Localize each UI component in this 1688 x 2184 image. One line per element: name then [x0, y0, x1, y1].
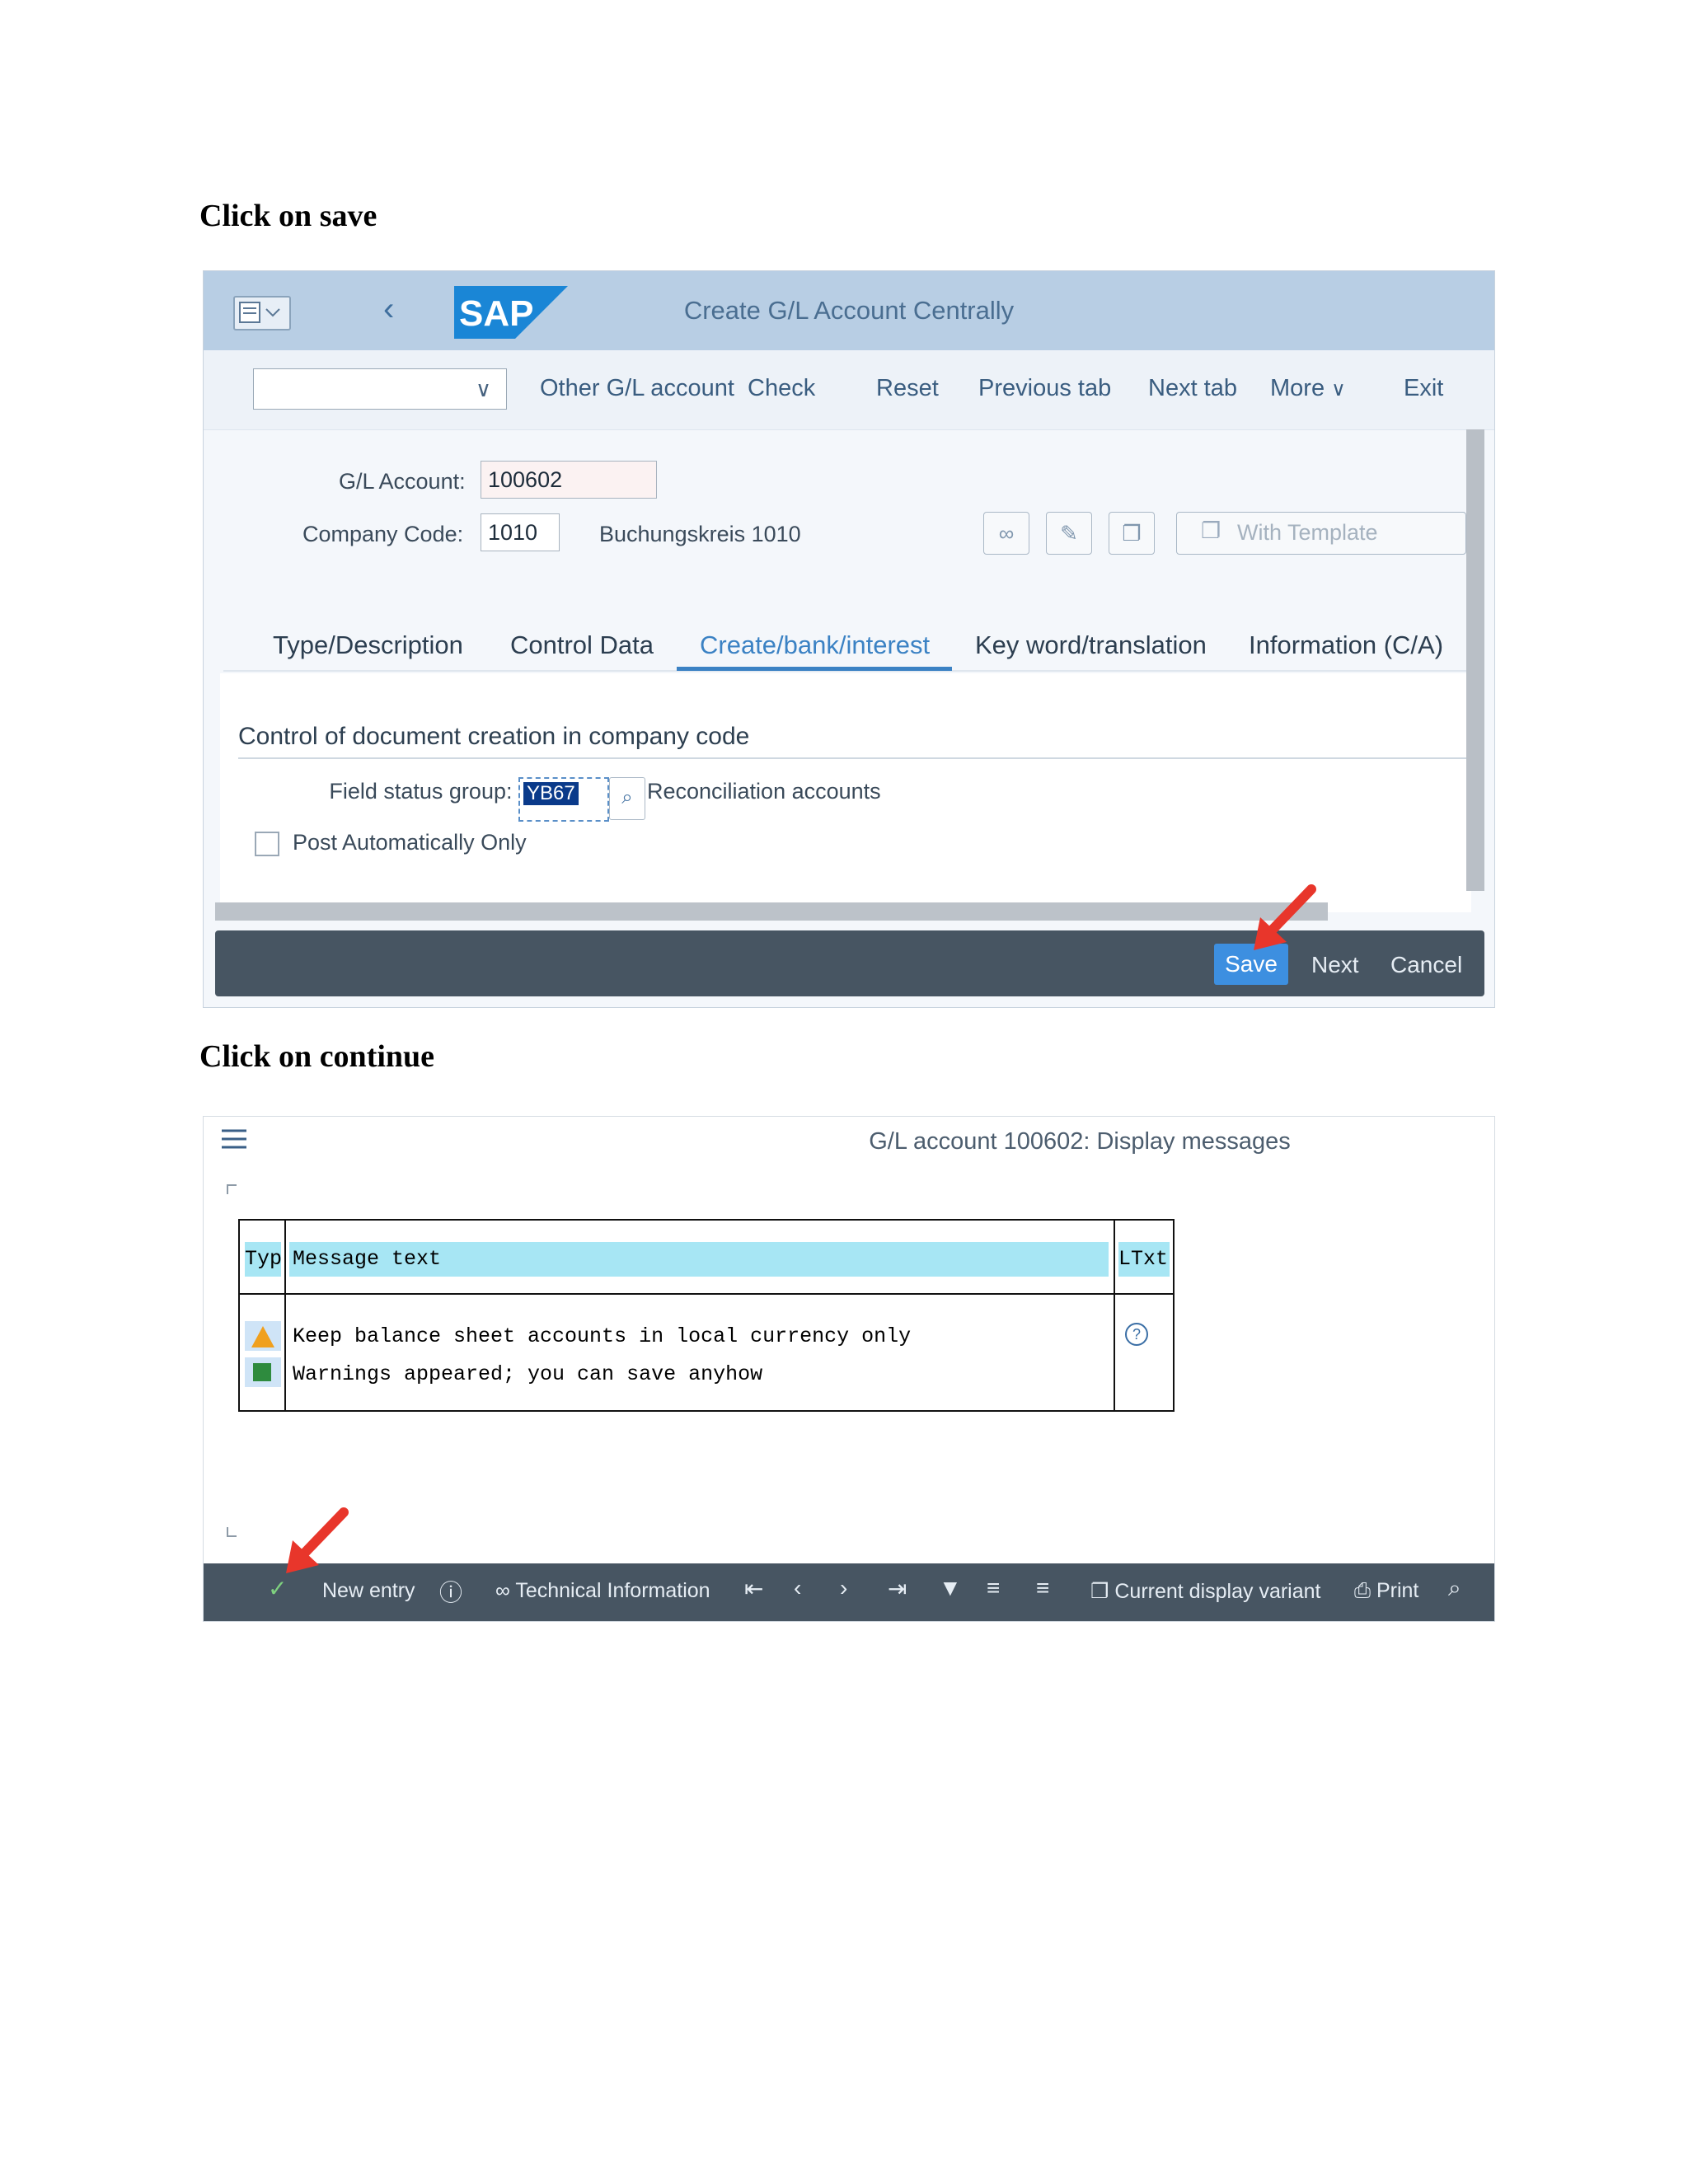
horizontal-scrollbar[interactable]	[215, 902, 1328, 921]
pointer-arrow-icon	[286, 1507, 349, 1573]
copy-icon[interactable]: ❐	[1109, 512, 1155, 555]
sort-descending-icon[interactable]: ≡	[1036, 1575, 1049, 1601]
sort-ascending-icon[interactable]: ≡	[987, 1575, 1000, 1601]
display-messages-screenshot: G/L account 100602: Display messages Typ…	[203, 1116, 1495, 1622]
step-heading-continue: Click on continue	[199, 1039, 435, 1074]
company-code-text: Buchungskreis 1010	[599, 522, 801, 546]
current-display-variant-label: Current display variant	[1114, 1580, 1321, 1603]
post-automatically-checkbox[interactable]	[255, 832, 279, 856]
post-automatically-label: Post Automatically Only	[293, 830, 527, 855]
technical-information-label: Technical Information	[515, 1579, 710, 1602]
display-icon[interactable]: ∞	[983, 512, 1029, 555]
tab-control-data[interactable]: Control Data	[510, 630, 654, 660]
column-divider	[284, 1221, 286, 1410]
tab-type-description[interactable]: Type/Description	[273, 630, 463, 660]
last-page-icon[interactable]: ⇥	[888, 1575, 907, 1602]
warning-icon	[245, 1321, 281, 1351]
toolbar-check[interactable]: Check	[748, 375, 815, 402]
tab-information-ca[interactable]: Information (C/A)	[1249, 630, 1443, 660]
command-select[interactable]	[253, 368, 507, 410]
document-icon: ❐	[1201, 518, 1221, 543]
company-code-label: Company Code:	[302, 522, 464, 546]
message-text: Keep balance sheet accounts in local cur…	[293, 1324, 912, 1348]
toolbar-reset[interactable]: Reset	[876, 375, 939, 402]
gl-account-input[interactable]: 100602	[481, 461, 657, 499]
toolbar-other-gl-account[interactable]: Other G/L account	[540, 375, 734, 402]
field-status-group-value: YB67	[523, 782, 579, 805]
new-entry-button[interactable]: New entry	[322, 1579, 415, 1603]
chevron-down-icon[interactable]: ∨	[476, 377, 491, 402]
success-icon	[245, 1357, 281, 1387]
tab-create-bank-interest[interactable]: Create/bank/interest	[700, 630, 930, 660]
search-icon[interactable]: ⌕	[1448, 1575, 1461, 1602]
toolbar-exit[interactable]: Exit	[1404, 375, 1443, 402]
create-gl-account-screenshot: ‹ SAP Create G/L Account Centrally ∨ Oth…	[203, 270, 1495, 1008]
active-tab-indicator	[677, 667, 952, 671]
first-page-icon[interactable]: ⇤	[744, 1575, 763, 1602]
section-divider	[238, 757, 1471, 759]
toolbar-more-label: More	[1270, 375, 1325, 401]
column-header-typ[interactable]: Typ	[245, 1242, 282, 1277]
corner-marker	[227, 1184, 237, 1194]
company-code-input[interactable]: 1010	[481, 513, 560, 551]
field-status-group-text: Reconciliation accounts	[647, 779, 881, 804]
corner-marker	[227, 1527, 237, 1537]
edit-icon[interactable]: ✎	[1046, 512, 1092, 555]
message-text: Warnings appeared; you can save anyhow	[293, 1362, 763, 1386]
step-heading-save: Click on save	[199, 199, 377, 233]
messages-table: Typ Message text LTxt Keep balance sheet…	[238, 1219, 1175, 1412]
window-title: Create G/L Account Centrally	[683, 296, 1015, 325]
filter-icon[interactable]: ▼	[939, 1575, 962, 1601]
column-header-ltxt[interactable]: LTxt	[1118, 1242, 1170, 1277]
with-template-label: With Template	[1237, 520, 1378, 545]
field-status-group-label: Field status group:	[329, 779, 513, 804]
printer-icon: ⎙	[1354, 1579, 1372, 1602]
technical-information-button[interactable]: ∞ Technical Information	[495, 1579, 710, 1603]
toolbar-previous-tab[interactable]: Previous tab	[978, 375, 1111, 402]
header-divider	[240, 1293, 1173, 1295]
gl-account-label: G/L Account:	[339, 469, 466, 494]
chevron-down-icon: ∨	[1331, 378, 1346, 401]
cancel-button[interactable]: Cancel	[1390, 952, 1462, 978]
next-page-icon[interactable]: ›	[840, 1575, 847, 1601]
binoculars-icon: ∞	[495, 1579, 510, 1602]
toolbar-more[interactable]: More ∨	[1270, 375, 1346, 402]
help-icon[interactable]: ⓘ	[439, 1575, 462, 1608]
current-display-variant-button[interactable]: ❐ Current display variant	[1090, 1579, 1321, 1604]
help-icon[interactable]: ?	[1125, 1323, 1148, 1346]
toolbar-next-tab[interactable]: Next tab	[1148, 375, 1237, 402]
next-button[interactable]: Next	[1311, 952, 1359, 978]
column-divider	[1114, 1221, 1115, 1410]
tab-key-word-translation[interactable]: Key word/translation	[975, 630, 1207, 660]
window-title: G/L account 100602: Display messages	[869, 1128, 1291, 1155]
previous-page-icon[interactable]: ‹	[794, 1575, 801, 1601]
print-button[interactable]: ⎙ Print	[1354, 1579, 1418, 1603]
section-title: Control of document creation in company …	[238, 723, 750, 750]
value-help-icon[interactable]: ⌕	[609, 777, 645, 820]
vertical-scrollbar[interactable]	[1466, 429, 1484, 891]
pointer-arrow-icon	[1254, 884, 1316, 950]
column-header-message-text[interactable]: Message text	[289, 1242, 1109, 1277]
layout-icon: ❐	[1090, 1580, 1109, 1603]
continue-check-icon[interactable]: ✓	[268, 1575, 287, 1602]
print-label: Print	[1376, 1579, 1419, 1602]
